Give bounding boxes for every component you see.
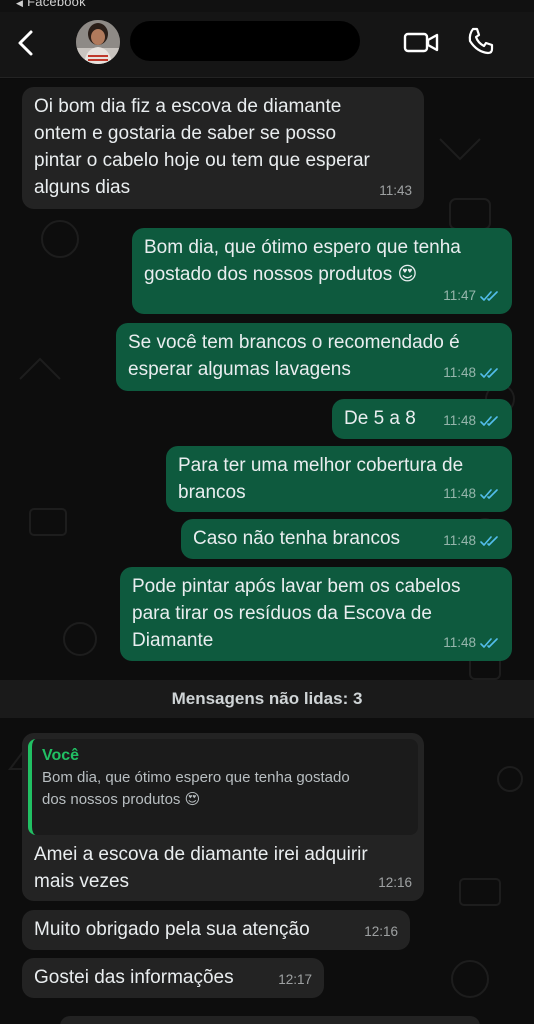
message-bubble-outgoing[interactable]: Bom dia, que ótimo espero que tenha gost… (132, 228, 512, 314)
read-ticks-icon (480, 535, 498, 546)
message-bubble-outgoing[interactable]: Se você tem brancos o recomendado é espe… (116, 323, 512, 391)
message-bubble-outgoing[interactable]: De 5 a 8 11:48 (332, 399, 512, 439)
message-bubble-outgoing[interactable]: Para ter uma melhor cobertura de brancos… (166, 446, 512, 512)
contact-name-redacted[interactable] (130, 21, 360, 61)
message-bubble-incoming[interactable]: Oi bom dia fiz a escova de diamante onte… (22, 87, 424, 209)
message-time: 11:43 (379, 183, 412, 198)
message-text: Bom dia, que ótimo espero que tenha gost… (144, 237, 461, 285)
message-bubble-incoming[interactable]: Muito obrigado pela sua atenção 12:16 (22, 910, 410, 950)
message-time: 12:17 (278, 972, 312, 987)
back-to-app-link[interactable]: ◀ Facebook (16, 0, 86, 9)
message-time: 11:48 (443, 407, 500, 434)
quoted-message[interactable]: Você Bom dia, que ótimo espero que tenha… (28, 739, 418, 835)
message-time: 12:16 (364, 924, 398, 939)
video-camera-icon (403, 32, 439, 53)
message-text: Oi bom dia fiz a escova de diamante onte… (34, 96, 370, 198)
message-text: Muito obrigado pela sua atenção (34, 919, 310, 940)
chat-header (0, 12, 534, 78)
video-call-button[interactable] (403, 28, 441, 56)
message-text: Amei a escova de diamante irei adquirir … (34, 844, 368, 892)
chat-area[interactable]: Oi bom dia fiz a escova de diamante onte… (0, 79, 534, 1024)
message-text: Gostei das informações (34, 967, 234, 988)
unread-label: Mensagens não lidas: 3 (171, 689, 363, 708)
read-ticks-icon (480, 488, 498, 499)
read-ticks-icon (480, 290, 498, 301)
message-time: 11:48 (443, 359, 500, 386)
message-bubble-incoming[interactable]: Gostei das informações 12:17 (22, 958, 324, 998)
back-triangle-icon: ◀ (16, 0, 24, 8)
phone-icon (468, 27, 494, 55)
read-ticks-icon (480, 415, 498, 426)
unread-messages-divider: Mensagens não lidas: 3 (0, 680, 534, 718)
message-time: 11:48 (443, 527, 500, 554)
status-bar: ◀ Facebook (0, 0, 534, 12)
back-button[interactable] (10, 28, 40, 58)
message-time: 12:16 (378, 875, 412, 890)
message-bubble-outgoing[interactable]: Pode pintar após lavar bem os cabelos pa… (120, 567, 512, 661)
contact-avatar[interactable] (76, 20, 120, 64)
avatar-photo (76, 20, 120, 64)
message-bubble-incoming-reply[interactable]: Você Bom dia, que ótimo espero que tenha… (22, 733, 424, 901)
message-bubble-outgoing[interactable]: Caso não tenha brancos 11:48 (181, 519, 512, 559)
message-time: 11:48 (443, 480, 500, 507)
quote-text: Bom dia, que ótimo espero que tenha gost… (42, 769, 350, 808)
read-ticks-icon (480, 367, 498, 378)
message-composer[interactable] (60, 1016, 480, 1024)
back-app-label: Facebook (27, 0, 86, 9)
voice-call-button[interactable] (466, 26, 496, 56)
read-ticks-icon (480, 637, 498, 648)
message-time: 11:47 (443, 282, 500, 309)
chevron-left-icon (18, 30, 33, 56)
message-time: 11:48 (443, 629, 500, 656)
quote-author: Você (42, 747, 80, 764)
